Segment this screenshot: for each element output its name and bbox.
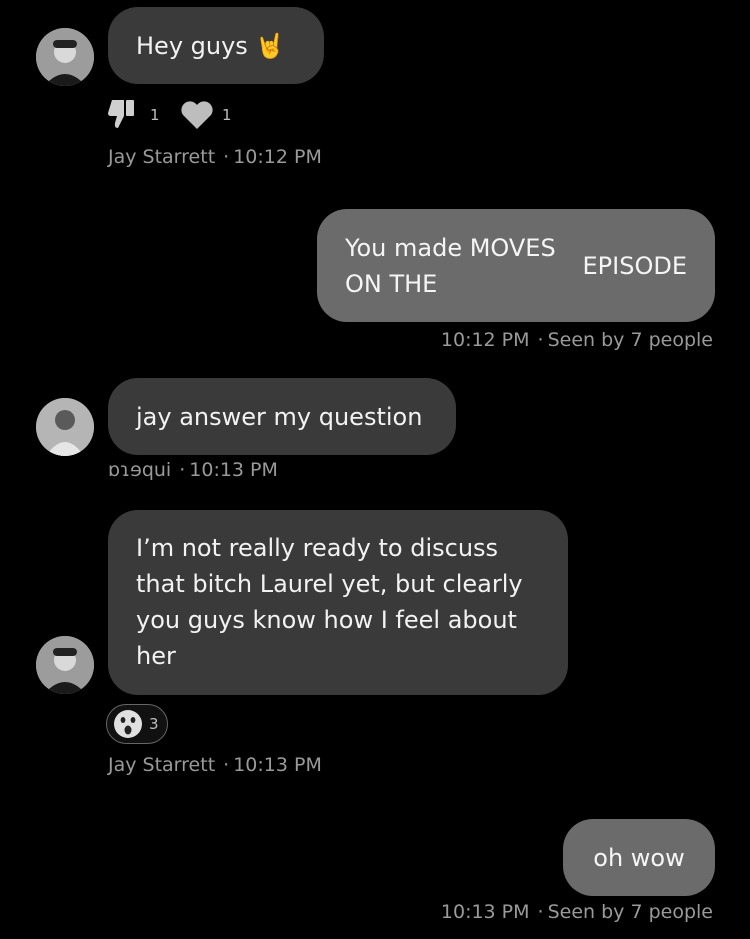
message-bubble-outgoing[interactable]: oh wow: [563, 819, 715, 896]
timestamp: 10:13 PM: [189, 459, 278, 481]
message-bubble[interactable]: Hey guys 🤘: [108, 7, 324, 84]
message-meta: 10:13 PM · Seen by 7 people: [440, 901, 713, 923]
message-meta: 10:12 PM · Seen by 7 people: [440, 329, 713, 351]
reaction-count: 1: [150, 106, 160, 124]
reaction-surprised[interactable]: 3: [106, 704, 168, 744]
heart-icon: [181, 101, 213, 129]
sender-name: ɒɿɘqui: [108, 459, 172, 481]
sender-name: Jay Starrett: [108, 146, 216, 168]
timestamp: 10:12 PM: [440, 329, 530, 351]
timestamp: 10:13 PM: [440, 901, 530, 923]
message-text-line: her: [136, 642, 176, 670]
message-text-line: EPISODE: [582, 251, 687, 280]
message-bubble[interactable]: jay answer my question: [108, 378, 456, 455]
message-text-line: that bitch Laurel yet, but clearly: [136, 570, 523, 598]
message-meta: ɒɿɘqui · 10:13 PM: [108, 459, 278, 481]
timestamp: 10:13 PM: [233, 754, 322, 776]
message-text-line: I’m not really ready to discuss: [136, 534, 499, 562]
message-bubble[interactable]: I’m not really ready to discuss that bit…: [108, 510, 568, 695]
thumbs-down-icon: [108, 100, 134, 128]
message-text: Hey guys 🤘: [136, 31, 286, 60]
avatar-jay-starrett[interactable]: [36, 636, 94, 694]
message-text: oh wow: [593, 843, 685, 872]
avatar-sender[interactable]: [36, 398, 94, 456]
reaction-heart[interactable]: 1: [180, 100, 232, 130]
person-icon: [36, 398, 94, 456]
reaction-count: 1: [222, 106, 232, 124]
seen-status: Seen by 7 people: [547, 329, 713, 351]
surprised-face-icon: [114, 710, 142, 738]
message-text-line: You made MOVES ON THE: [345, 233, 556, 298]
reaction-count: 3: [149, 715, 159, 733]
message-text-line: you guys know how I feel about: [136, 606, 517, 634]
person-icon: [36, 636, 94, 694]
reaction-thumbs-down[interactable]: 1: [108, 98, 160, 132]
message-meta: Jay Starrett · 10:12 PM: [108, 146, 322, 168]
avatar-jay-starrett[interactable]: [36, 28, 94, 86]
message-meta: Jay Starrett · 10:13 PM: [108, 754, 322, 776]
timestamp: 10:12 PM: [233, 146, 322, 168]
message-text: jay answer my question: [136, 402, 423, 431]
message-bubble-outgoing[interactable]: You made MOVES ON THE EPISODE: [317, 209, 715, 322]
seen-status: Seen by 7 people: [547, 901, 713, 923]
person-icon: [36, 28, 94, 86]
sender-name: Jay Starrett: [108, 754, 216, 776]
